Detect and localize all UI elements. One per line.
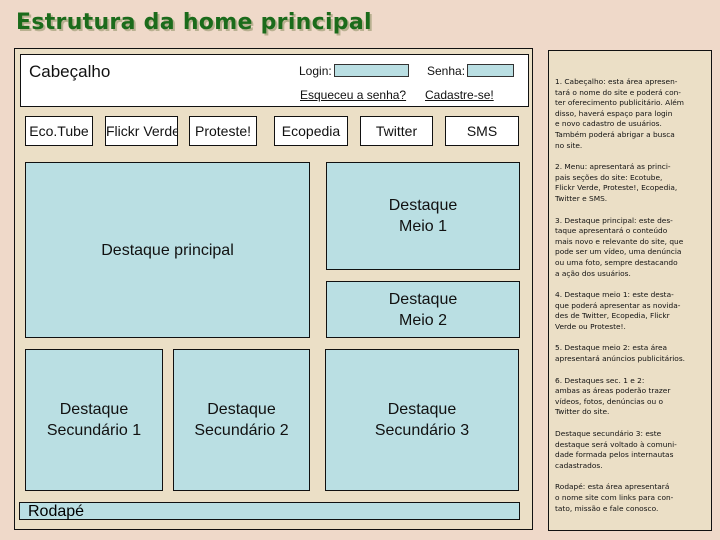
- note-footer: Rodapé: esta área apresentará o nome sit…: [555, 482, 674, 513]
- note-middle-1: 4. Destaque meio 1: este desta- que pode…: [555, 290, 681, 331]
- note-secondary-1-2: 6. Destaques sec. 1 e 2: ambas as áreas …: [555, 375, 671, 417]
- secondary-highlight-1-block: Destaque Secundário 1: [25, 349, 163, 491]
- secondary-highlight-2-block: Destaque Secundário 2: [173, 349, 310, 491]
- page-title: Estrutura da home principal: [16, 10, 372, 35]
- note-header: 1. Cabeçalho: esta área apresen- tará o …: [555, 77, 684, 150]
- notes-panel: 1. Cabeçalho: esta área apresen- tará o …: [548, 50, 712, 531]
- login-input[interactable]: [334, 64, 409, 77]
- menu-item-flickr-verde[interactable]: Flickr Verde: [105, 116, 178, 146]
- note-main-highlight: 3. Destaque principal: este des- taque a…: [555, 215, 684, 278]
- forgot-password-link[interactable]: Esqueceu a senha?: [300, 88, 406, 102]
- header-label: Cabeçalho: [29, 62, 111, 81]
- menu-item-sms[interactable]: SMS: [445, 116, 519, 146]
- note-middle-2: 5. Destaque meio 2: esta área apresentar…: [555, 343, 686, 364]
- middle-highlight-1-block: Destaque Meio 1: [326, 162, 520, 270]
- password-input[interactable]: [467, 64, 514, 77]
- note-menu: 2. Menu: apresentará as princi- pais seç…: [555, 162, 678, 203]
- middle-highlight-2-block: Destaque Meio 2: [326, 281, 520, 338]
- footer-block: Rodapé: [19, 502, 520, 520]
- menu-item-ecopedia[interactable]: Ecopedia: [274, 116, 348, 146]
- menu-item-ecotube[interactable]: Eco.Tube: [25, 116, 93, 146]
- menu-item-twitter[interactable]: Twitter: [360, 116, 433, 146]
- note-secondary-3: Destaque secundário 3: este destaque ser…: [555, 429, 677, 470]
- signup-link[interactable]: Cadastre-se!: [425, 88, 494, 102]
- footer-label: Rodapé: [28, 503, 85, 520]
- menu-item-proteste[interactable]: Proteste!: [189, 116, 257, 146]
- main-highlight-block: Destaque principal: [25, 162, 310, 338]
- login-label: Login:: [299, 64, 332, 78]
- password-label: Senha:: [427, 64, 466, 78]
- secondary-highlight-3-block: Destaque Secundário 3: [325, 349, 519, 491]
